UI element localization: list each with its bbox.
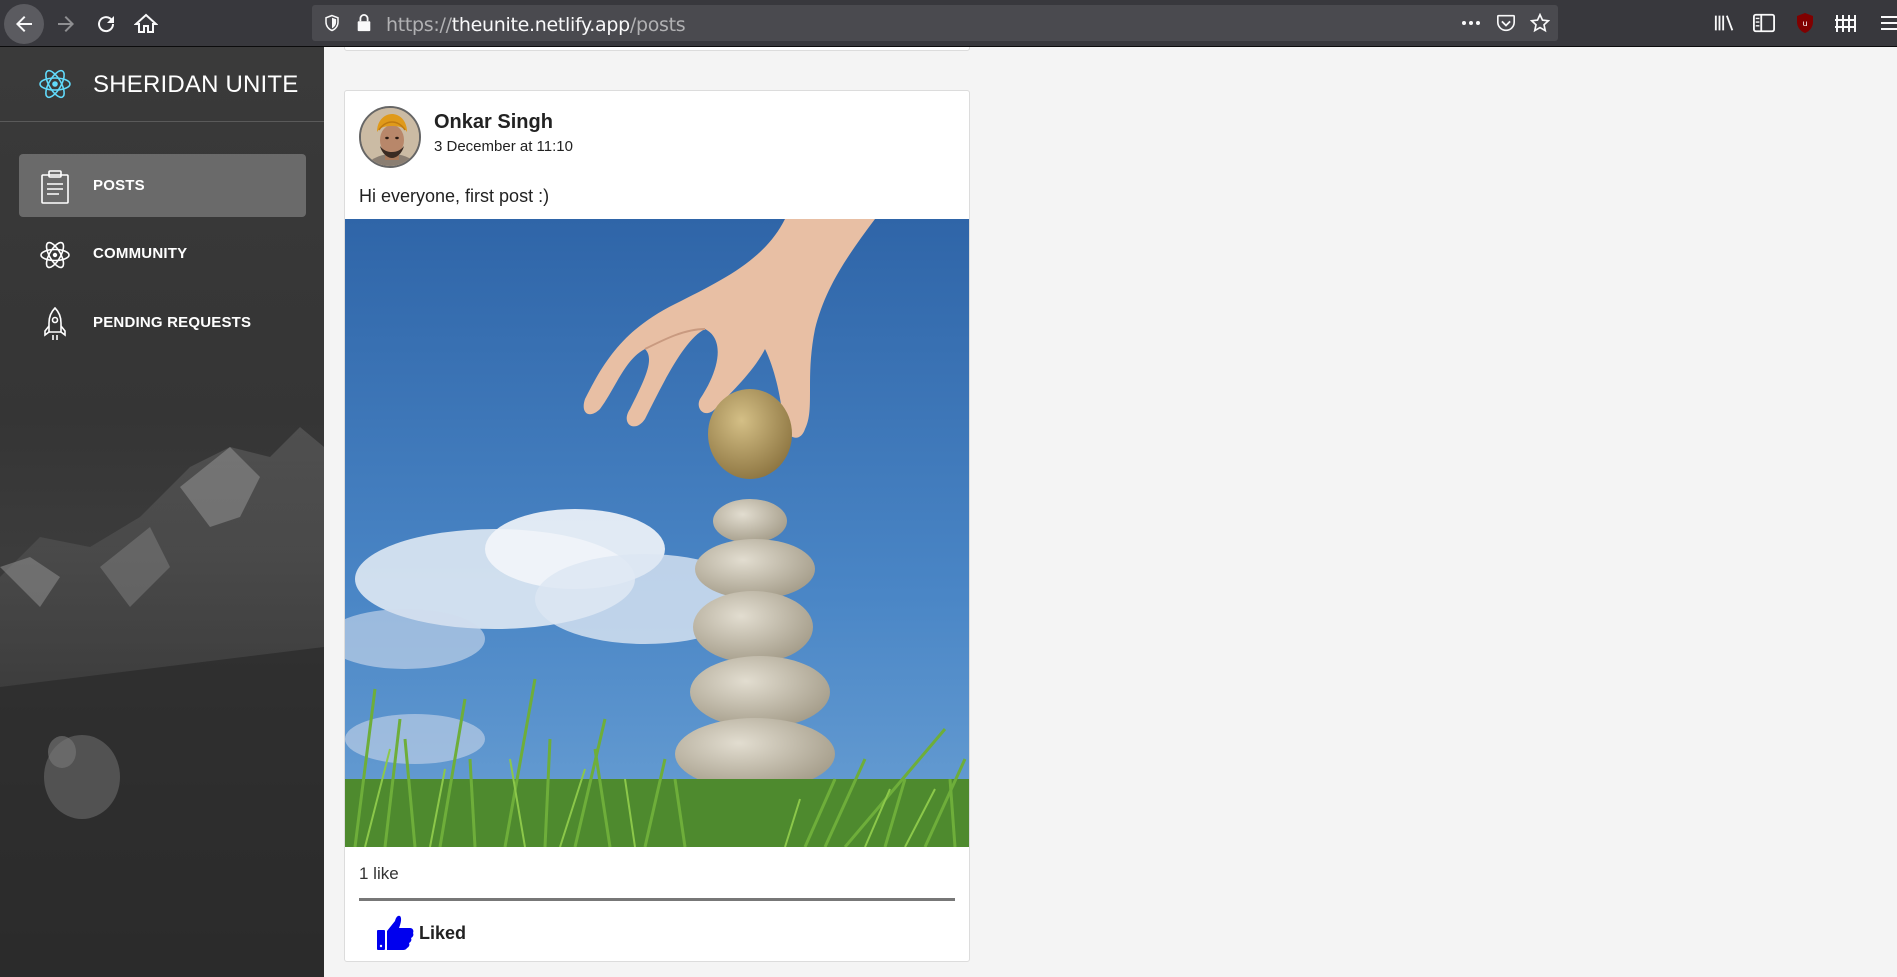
bookmark-star-icon[interactable] <box>1529 13 1551 33</box>
svg-text:u: u <box>1802 19 1807 28</box>
like-button-label: Liked <box>419 922 467 943</box>
extension-icon[interactable] <box>1832 10 1858 36</box>
sidebar-item-community[interactable]: COMMUNITY <box>19 222 306 285</box>
ublock-icon[interactable]: u <box>1792 10 1818 36</box>
sidebar-toggle-icon[interactable] <box>1751 10 1777 36</box>
post-timestamp: 3 December at 11:10 <box>434 138 573 155</box>
arrow-right-icon <box>58 16 74 32</box>
sidebar-item-posts[interactable]: POSTS <box>19 154 306 217</box>
clipboard-icon <box>41 170 69 204</box>
lock-icon[interactable] <box>353 13 375 33</box>
sidebar: SHERIDAN UNITE POSTS COMMUNITY PENDING R… <box>0 47 324 977</box>
more-actions-icon[interactable] <box>1460 13 1482 33</box>
sidebar-item-label: COMMUNITY <box>93 245 188 262</box>
browser-toolbar: https://theunite.netlify.app/posts u <box>0 0 1897 47</box>
home-button[interactable] <box>126 4 166 44</box>
atom-icon <box>40 241 70 269</box>
menu-icon[interactable] <box>1875 10 1897 36</box>
post-text: Hi everyone, first post :) <box>359 186 550 206</box>
app-title: SHERIDAN UNITE <box>93 71 299 98</box>
like-count: 1 like <box>359 864 399 883</box>
avatar-image <box>361 108 419 166</box>
pocket-icon[interactable] <box>1495 13 1517 33</box>
url-scheme: https:// <box>386 14 452 36</box>
post-author[interactable]: Onkar Singh <box>434 111 553 134</box>
url-host: theunite.netlify.app <box>451 14 630 36</box>
avatar[interactable] <box>359 106 421 168</box>
reload-button[interactable] <box>86 4 126 44</box>
reload-icon <box>98 16 115 33</box>
back-button[interactable] <box>4 4 44 44</box>
rocket-icon <box>44 307 66 340</box>
sidebar-item-label: PENDING REQUESTS <box>93 314 252 331</box>
post-image <box>345 219 969 847</box>
brand-header[interactable]: SHERIDAN UNITE <box>0 47 324 122</box>
url-path: /posts <box>629 14 686 36</box>
library-icon[interactable] <box>1712 10 1738 36</box>
like-button[interactable]: Liked <box>375 911 466 955</box>
forward-button[interactable] <box>46 4 86 44</box>
thumbs-up-icon <box>377 915 414 950</box>
post-card: Onkar Singh 3 December at 11:10 Hi every… <box>344 90 970 962</box>
sidebar-item-pending-requests[interactable]: PENDING REQUESTS <box>19 291 306 354</box>
shield-icon[interactable] <box>321 13 343 33</box>
previous-post-card <box>344 47 970 51</box>
url-text[interactable]: https://theunite.netlify.app/posts <box>386 14 686 36</box>
main-content: Onkar Singh 3 December at 11:10 Hi every… <box>324 47 1897 977</box>
arrow-left-icon <box>16 16 32 32</box>
home-icon <box>134 13 158 33</box>
divider <box>359 898 955 901</box>
react-logo-icon <box>39 69 71 99</box>
sidebar-item-label: POSTS <box>93 177 145 194</box>
url-bar[interactable]: https://theunite.netlify.app/posts <box>312 5 1558 41</box>
